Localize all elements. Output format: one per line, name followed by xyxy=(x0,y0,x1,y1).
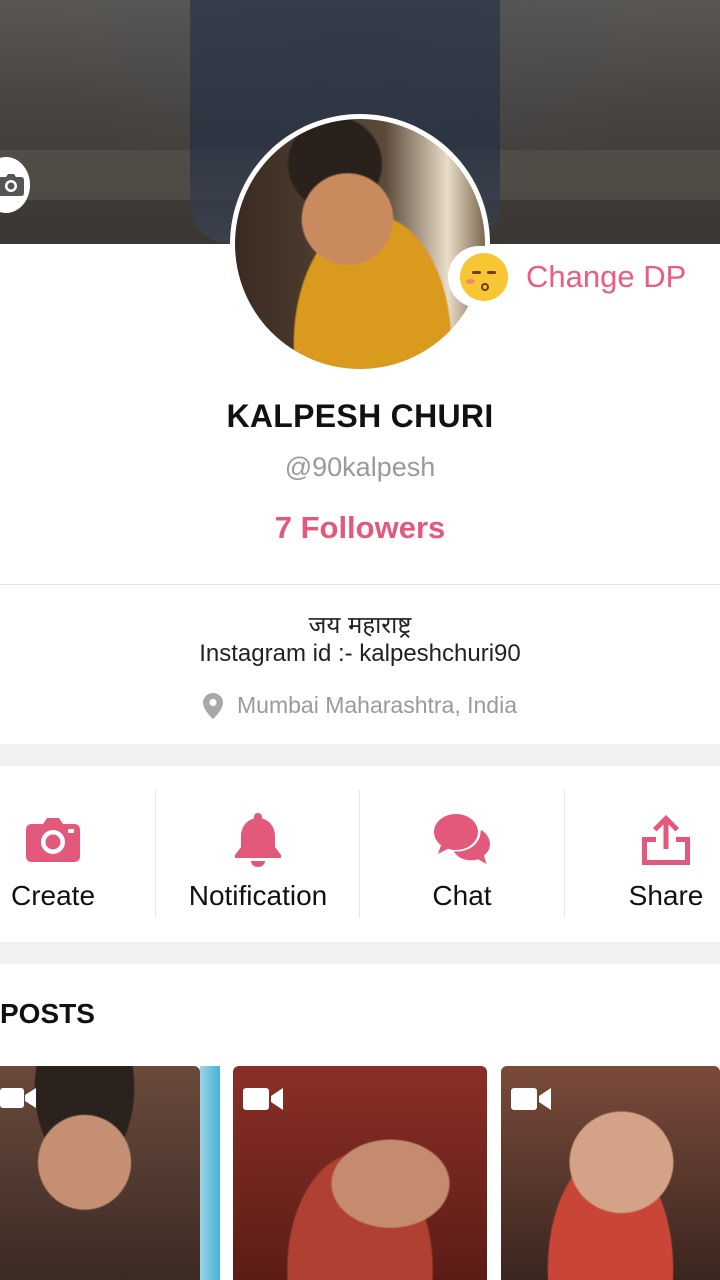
profile-avatar[interactable] xyxy=(230,114,490,374)
action-separator xyxy=(155,790,156,918)
create-label: Create xyxy=(10,880,96,911)
action-bar: Create Notification Chat Share xyxy=(0,768,720,940)
action-separator xyxy=(359,790,360,918)
location-row: Mumbai Maharashtra, India xyxy=(0,692,720,719)
chat-button[interactable]: Chat xyxy=(362,768,562,940)
share-button[interactable]: Share xyxy=(566,768,720,940)
notification-label: Notification xyxy=(188,880,328,911)
create-button[interactable]: Create xyxy=(0,768,106,940)
profile-name: KALPESH CHURI xyxy=(226,398,494,434)
video-camera-icon xyxy=(0,1088,36,1108)
bell-icon xyxy=(235,813,281,867)
chat-label: Chat xyxy=(432,880,492,911)
camera-icon xyxy=(0,174,24,196)
posts-heading: POSTS xyxy=(0,998,95,1029)
post-thumbnail-edge xyxy=(200,1066,220,1280)
location-pin-icon xyxy=(203,692,224,719)
followers-count[interactable]: 7 Followers xyxy=(0,510,720,546)
share-icon xyxy=(642,815,690,865)
bio-line-1: जय महाराष्ट्र xyxy=(308,611,412,639)
profile-handle: @90kalpesh xyxy=(284,452,436,482)
action-separator xyxy=(564,790,565,918)
kissing-emoji-icon xyxy=(460,253,508,301)
divider xyxy=(0,584,720,585)
post-thumbnail[interactable] xyxy=(233,1066,487,1280)
post-thumbnail[interactable] xyxy=(501,1066,720,1280)
avatar-photo xyxy=(235,119,485,369)
share-label: Share xyxy=(628,880,704,911)
video-camera-icon xyxy=(511,1088,551,1110)
bio-line-2: Instagram id :- kalpeshchuri90 xyxy=(199,640,521,667)
change-dp-label: Change DP xyxy=(526,259,687,294)
change-dp-button[interactable]: Change DP xyxy=(448,246,720,308)
section-separator xyxy=(0,942,720,964)
camera-icon xyxy=(26,818,80,862)
chat-bubbles-icon xyxy=(434,814,490,864)
video-camera-icon xyxy=(243,1088,283,1110)
notification-button[interactable]: Notification xyxy=(158,768,358,940)
section-separator xyxy=(0,744,720,766)
post-thumbnail[interactable] xyxy=(0,1066,200,1280)
location-text: Mumbai Maharashtra, India xyxy=(237,692,517,718)
